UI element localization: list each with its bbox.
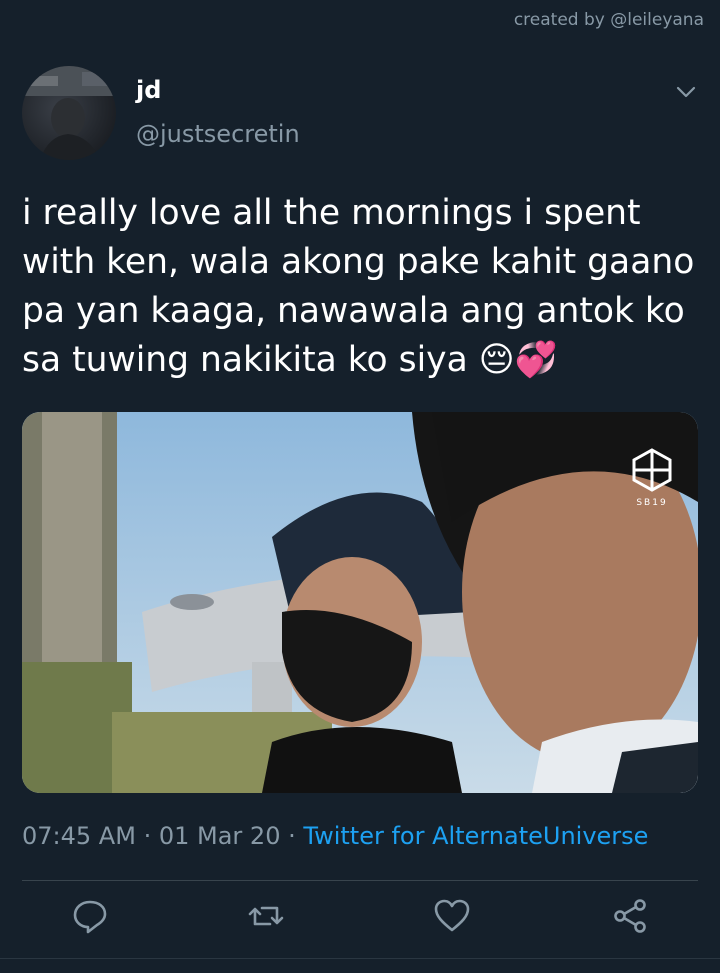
retweet-button[interactable] xyxy=(246,896,286,936)
tweet-header: jd @justsecretin xyxy=(22,66,698,162)
meta-separator: · xyxy=(143,822,152,850)
tweet-meta: 07:45 AM · 01 Mar 20 · Twitter for Alter… xyxy=(22,822,648,850)
chevron-down-icon[interactable] xyxy=(674,80,698,104)
media-watermark: SB19 xyxy=(636,498,668,508)
like-button[interactable] xyxy=(432,896,472,936)
share-icon xyxy=(614,899,646,933)
avatar[interactable] xyxy=(22,66,116,160)
tweet-date[interactable]: 01 Mar 20 xyxy=(159,822,281,850)
divider xyxy=(22,880,698,881)
sb19-logo: SB19 xyxy=(628,448,676,508)
reply-icon xyxy=(73,900,107,934)
author-name[interactable]: jd xyxy=(136,76,161,104)
tweet-text: i really love all the mornings i spent w… xyxy=(22,193,695,380)
tweet-media[interactable]: SB19 xyxy=(22,412,698,793)
tweet-time[interactable]: 07:45 AM xyxy=(22,822,136,850)
media-photo xyxy=(22,412,698,793)
heart-icon xyxy=(434,899,470,932)
author-handle[interactable]: @justsecretin xyxy=(136,120,300,148)
tweet-actions xyxy=(0,896,720,936)
reply-button[interactable] xyxy=(70,896,110,936)
bottom-divider xyxy=(0,958,720,959)
tweet-source-link[interactable]: Twitter for AlternateUniverse xyxy=(303,822,648,850)
credit-label: created by @leileyana xyxy=(513,10,704,30)
share-button[interactable] xyxy=(610,896,650,936)
meta-separator-2: · xyxy=(288,822,296,850)
retweet-icon xyxy=(248,906,284,926)
